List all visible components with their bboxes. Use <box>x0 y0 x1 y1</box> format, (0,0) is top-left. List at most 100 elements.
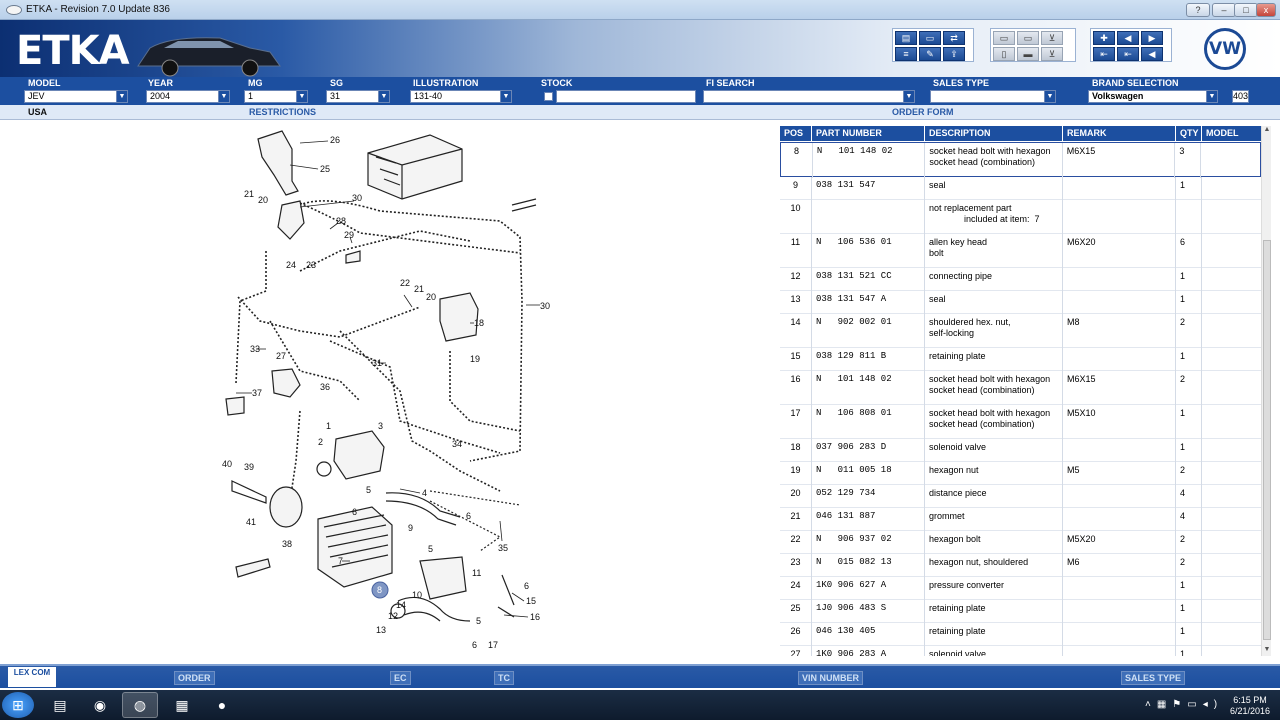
first-page-icon[interactable]: ⇤ <box>1093 47 1115 61</box>
start-button-icon[interactable]: ⊞ <box>2 692 34 718</box>
callout-11[interactable]: 11 <box>472 568 481 578</box>
table-row[interactable]: 11 N 106 536 01 allen key head bolt M6X20 6 <box>780 234 1261 268</box>
table-row[interactable]: 10 not replacement part included at item:… <box>780 200 1261 234</box>
monitor-icon[interactable]: ▭ <box>993 31 1015 45</box>
callout-6[interactable]: 6 <box>352 507 357 517</box>
callout-6-c[interactable]: 6 <box>524 581 529 591</box>
callout-6-d[interactable]: 6 <box>472 640 477 650</box>
callout-9[interactable]: 9 <box>408 523 413 533</box>
col-description[interactable]: DESCRIPTION <box>925 126 1063 141</box>
table-row[interactable]: 24 1K0 906 627 Apressure converter 1 <box>780 577 1261 600</box>
mg-select[interactable]: 1 ▼ <box>244 90 308 103</box>
callout-3[interactable]: 3 <box>378 421 383 431</box>
callout-34[interactable]: 35 <box>498 543 508 553</box>
callout-2[interactable]: 2 <box>318 437 323 447</box>
scroll-thumb[interactable] <box>1263 240 1271 640</box>
screen-icon[interactable]: ▭ <box>919 31 941 45</box>
callout-1[interactable]: 1 <box>326 421 331 431</box>
prev-page-icon[interactable]: ⇤ <box>1117 47 1139 61</box>
callout-8[interactable]: 8 <box>377 585 382 595</box>
callout-40[interactable]: 41 <box>246 517 256 527</box>
edit-icon[interactable]: ✎ <box>919 47 941 61</box>
vin-number-button[interactable]: VIN NUMBER <box>798 671 864 685</box>
system-clock[interactable]: 6:15 PM 6/21/2016 <box>1230 695 1270 717</box>
callout-36[interactable]: 37 <box>252 388 262 398</box>
table-row[interactable]: 26 046 130 405 retaining plate 1 <box>780 623 1261 646</box>
file-explorer-icon[interactable]: ▤ <box>42 692 78 718</box>
table-row[interactable]: 20 052 129 734 distance piece 4 <box>780 485 1261 508</box>
stock-field[interactable] <box>556 90 696 103</box>
transfer-icon[interactable]: ⇄ <box>943 31 965 45</box>
brand-select[interactable]: Volkswagen ▼ <box>1088 90 1218 103</box>
callout-13[interactable]: 13 <box>376 625 386 635</box>
system-tray-icons[interactable]: ˄▦⚑▭◂) <box>1145 699 1223 710</box>
list-icon[interactable]: ≡ <box>895 47 917 61</box>
callout-30-right[interactable]: 30 <box>540 301 550 311</box>
print-icon[interactable]: ▤ <box>895 31 917 45</box>
callout-24[interactable]: 24 <box>286 260 296 270</box>
table-row[interactable]: 18 037 906 283 Dsolenoid valve 1 <box>780 439 1261 462</box>
callout-23[interactable]: 23 <box>306 260 316 270</box>
pin-icon[interactable]: ✚ <box>1093 31 1115 45</box>
callout-31[interactable]: 31 <box>372 358 382 368</box>
model-select[interactable]: JEV ▼ <box>24 90 128 103</box>
order-form-link[interactable]: ORDER FORM <box>892 107 954 117</box>
ec-button[interactable]: EC <box>390 671 411 685</box>
table-row[interactable]: 8N 101 148 02 socket head bolt with hexag… <box>780 142 1261 178</box>
share-icon[interactable]: ⇪ <box>943 47 965 61</box>
etka-app-icon[interactable]: ◍ <box>122 692 158 718</box>
help-button[interactable]: ? <box>1186 3 1210 17</box>
table-row[interactable]: 14 N 902 002 01 shouldered hex. nut, self-… <box>780 314 1261 348</box>
truck-icon[interactable]: ▬ <box>1017 47 1039 61</box>
callout-38[interactable]: 39 <box>244 462 254 472</box>
next-doc-icon[interactable]: ▶ <box>1141 31 1163 45</box>
callout-16[interactable]: 16 <box>530 612 540 622</box>
callout-28[interactable]: 28 <box>336 216 346 226</box>
callout-19[interactable]: 19 <box>470 354 480 364</box>
callout-5-c[interactable]: 5 <box>476 616 481 626</box>
col-part-number[interactable]: PART NUMBER <box>812 126 925 141</box>
table-row[interactable]: 17 N 106 808 01 socket head bolt with hexa… <box>780 405 1261 439</box>
callout-12[interactable]: 12 <box>388 611 398 621</box>
fi-search-select[interactable]: ▼ <box>703 90 915 103</box>
lexcom-logo[interactable]: LEX COM <box>8 667 56 687</box>
col-qty[interactable]: QTY <box>1176 126 1202 141</box>
table-scrollbar[interactable]: ▲ ▼ <box>1261 126 1271 656</box>
callout-39[interactable]: 40 <box>222 459 232 469</box>
callout-7[interactable]: 7 <box>338 556 343 566</box>
callout-32[interactable]: 33 <box>250 344 260 354</box>
callout-10[interactable]: 10 <box>412 590 422 600</box>
table-row[interactable]: 25 1J0 906 483 Sretaining plate 1 <box>780 600 1261 623</box>
tc-button[interactable]: TC <box>494 671 514 685</box>
table-row[interactable]: 12 038 131 521 CC connecting pipe 1 <box>780 268 1261 291</box>
elsa-icon[interactable]: ▭ <box>1017 31 1039 45</box>
sales-type-select[interactable]: ▼ <box>930 90 1056 103</box>
callout-20-right[interactable]: 20 <box>426 292 436 302</box>
callout-4[interactable]: 4 <box>422 488 427 498</box>
table-row[interactable]: 23 N 015 082 13 hexagon nut, shouldered M6 2 <box>780 554 1261 577</box>
scroll-down-icon[interactable]: ▼ <box>1262 646 1272 656</box>
callout-20[interactable]: 20 <box>258 195 268 205</box>
sg-select[interactable]: 31 ▼ <box>326 90 390 103</box>
back-icon[interactable]: ◀ <box>1141 47 1163 61</box>
prev-doc-icon[interactable]: ◀ <box>1117 31 1139 45</box>
callout-29[interactable]: 29 <box>344 230 354 240</box>
cart-add-icon[interactable]: ⊻ <box>1041 47 1063 61</box>
table-row[interactable]: 9 038 131 547 seal 1 <box>780 177 1261 200</box>
callout-5-b[interactable]: 5 <box>428 544 433 554</box>
callout-15[interactable]: 15 <box>526 596 536 606</box>
illustration-select[interactable]: 131-40 ▼ <box>410 90 512 103</box>
order-button[interactable]: ORDER <box>174 671 215 685</box>
callout-21[interactable]: 21 <box>244 189 254 199</box>
maximize-button[interactable]: □ <box>1234 3 1258 17</box>
callout-5[interactable]: 5 <box>366 485 371 495</box>
table-row[interactable]: 15 038 129 811 Bretaining plate 1 <box>780 348 1261 371</box>
callout-18[interactable]: 18 <box>474 318 484 328</box>
callout-27[interactable]: 27 <box>276 351 286 361</box>
callout-6-b[interactable]: 6 <box>466 511 471 521</box>
callout-33[interactable]: 34 <box>452 439 462 449</box>
callout-21-right[interactable]: 21 <box>414 284 424 294</box>
stock-checkbox[interactable] <box>544 92 553 101</box>
archive-icon[interactable]: ▦ <box>164 692 200 718</box>
scroll-up-icon[interactable]: ▲ <box>1262 126 1272 136</box>
